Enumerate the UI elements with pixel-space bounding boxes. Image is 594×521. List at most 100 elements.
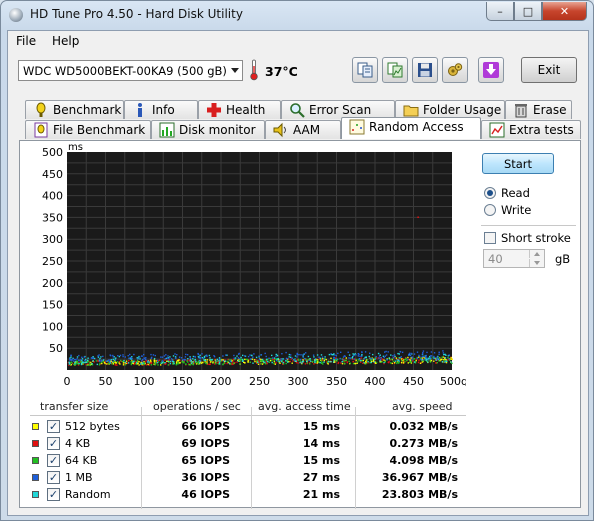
series-checkbox[interactable]: ✓ — [47, 420, 60, 433]
tab-benchmark[interactable]: Benchmark — [25, 100, 124, 119]
short-stroke-spinner[interactable]: 40 — [483, 249, 545, 268]
window-title: HD Tune Pro 4.50 - Hard Disk Utility — [30, 7, 243, 21]
data-point — [167, 360, 169, 362]
header-access-time: avg. access time — [258, 400, 351, 413]
menu-file[interactable]: File — [16, 34, 36, 48]
data-point — [421, 356, 423, 358]
data-point — [92, 356, 94, 358]
spin-up-icon[interactable] — [529, 250, 544, 258]
data-point — [290, 354, 292, 356]
data-point — [188, 364, 190, 366]
data-point — [299, 360, 302, 362]
data-point — [268, 357, 270, 359]
data-point — [388, 357, 390, 359]
data-point — [177, 361, 179, 363]
result-row: ✓ 1 MB 36 IOPS 27 ms 36.967 MB/s — [20, 470, 466, 486]
data-point — [167, 355, 169, 357]
data-point — [260, 363, 262, 365]
tab-label: AAM — [293, 123, 321, 137]
series-checkbox[interactable]: ✓ — [47, 454, 60, 467]
y-tick-label: 350 — [42, 211, 63, 224]
data-point — [118, 362, 120, 364]
data-point — [301, 361, 304, 363]
minimize-button[interactable]: – — [486, 2, 514, 21]
read-label: Read — [501, 186, 530, 200]
tab-aam[interactable]: AAM — [265, 120, 341, 139]
read-radio[interactable] — [484, 187, 496, 199]
data-point — [240, 358, 242, 361]
data-point — [379, 359, 382, 361]
drive-select[interactable]: WDC WD5000BEKT-00KA9 (500 gB) — [18, 60, 243, 81]
data-point — [148, 361, 150, 363]
series-checkbox[interactable]: ✓ — [47, 437, 60, 450]
title-bar[interactable]: HD Tune Pro 4.50 - Hard Disk Utility – □… — [1, 1, 593, 29]
write-radio[interactable] — [484, 204, 496, 216]
data-point — [401, 360, 403, 362]
data-point — [205, 354, 208, 356]
data-point — [367, 362, 369, 364]
data-point — [163, 355, 166, 357]
series-checkbox[interactable]: ✓ — [47, 488, 60, 501]
menu-help[interactable]: Help — [52, 34, 79, 48]
data-point — [143, 363, 145, 366]
download-button[interactable] — [478, 57, 504, 83]
menu-bar: File Help — [8, 31, 588, 51]
data-point — [426, 351, 428, 354]
data-point — [391, 358, 393, 360]
data-point — [383, 356, 385, 359]
short-stroke-checkbox[interactable] — [484, 232, 496, 244]
data-point — [267, 360, 269, 362]
data-point — [150, 353, 152, 356]
data-point — [412, 360, 414, 362]
options-button[interactable] — [442, 57, 468, 83]
tab-random-access[interactable]: Random Access — [341, 117, 481, 139]
data-point — [82, 361, 84, 363]
data-point — [363, 358, 365, 360]
data-point — [422, 355, 425, 358]
tab-label: Folder Usage — [423, 103, 502, 117]
copy-info-button[interactable] — [352, 57, 378, 83]
copy-screenshot-button[interactable] — [382, 57, 408, 83]
data-point — [215, 360, 217, 362]
start-button[interactable]: Start — [482, 153, 554, 174]
data-point — [222, 363, 224, 366]
spin-down-icon[interactable] — [529, 259, 544, 267]
x-tick-label: 200 — [211, 375, 232, 386]
tab-extra-tests[interactable]: Extra tests — [481, 120, 581, 139]
tab-disk-monitor[interactable]: Disk monitor — [151, 120, 265, 139]
tab-file-benchmark[interactable]: File Benchmark — [25, 120, 151, 139]
data-point — [422, 350, 425, 352]
tab-health[interactable]: Health — [198, 100, 281, 119]
data-point — [91, 357, 93, 359]
data-point — [389, 358, 391, 361]
data-point — [427, 361, 429, 363]
close-button[interactable]: ✕ — [542, 2, 587, 21]
data-point — [169, 356, 171, 358]
data-point — [374, 357, 377, 359]
data-point — [413, 361, 416, 363]
data-point — [440, 358, 442, 361]
data-point — [407, 362, 409, 364]
data-point — [195, 360, 197, 362]
exit-button[interactable]: Exit — [521, 57, 577, 83]
data-point — [325, 358, 327, 361]
data-point — [365, 356, 367, 359]
data-point — [130, 357, 132, 359]
data-point — [279, 359, 281, 361]
data-point — [169, 362, 172, 365]
maximize-button[interactable]: □ — [514, 2, 542, 21]
error-scan-icon — [289, 102, 305, 118]
data-point — [251, 354, 253, 357]
data-point — [86, 359, 89, 362]
data-point — [223, 362, 225, 364]
y-tick-label: 100 — [42, 320, 63, 333]
tab-erase[interactable]: Erase — [505, 100, 572, 119]
tab-info[interactable]: Info — [124, 100, 198, 119]
data-point — [260, 360, 262, 362]
data-point — [232, 358, 235, 361]
data-point — [121, 360, 124, 363]
data-point — [398, 353, 400, 355]
random-access-icon — [349, 119, 365, 135]
save-button[interactable] — [412, 57, 438, 83]
series-checkbox[interactable]: ✓ — [47, 471, 60, 484]
